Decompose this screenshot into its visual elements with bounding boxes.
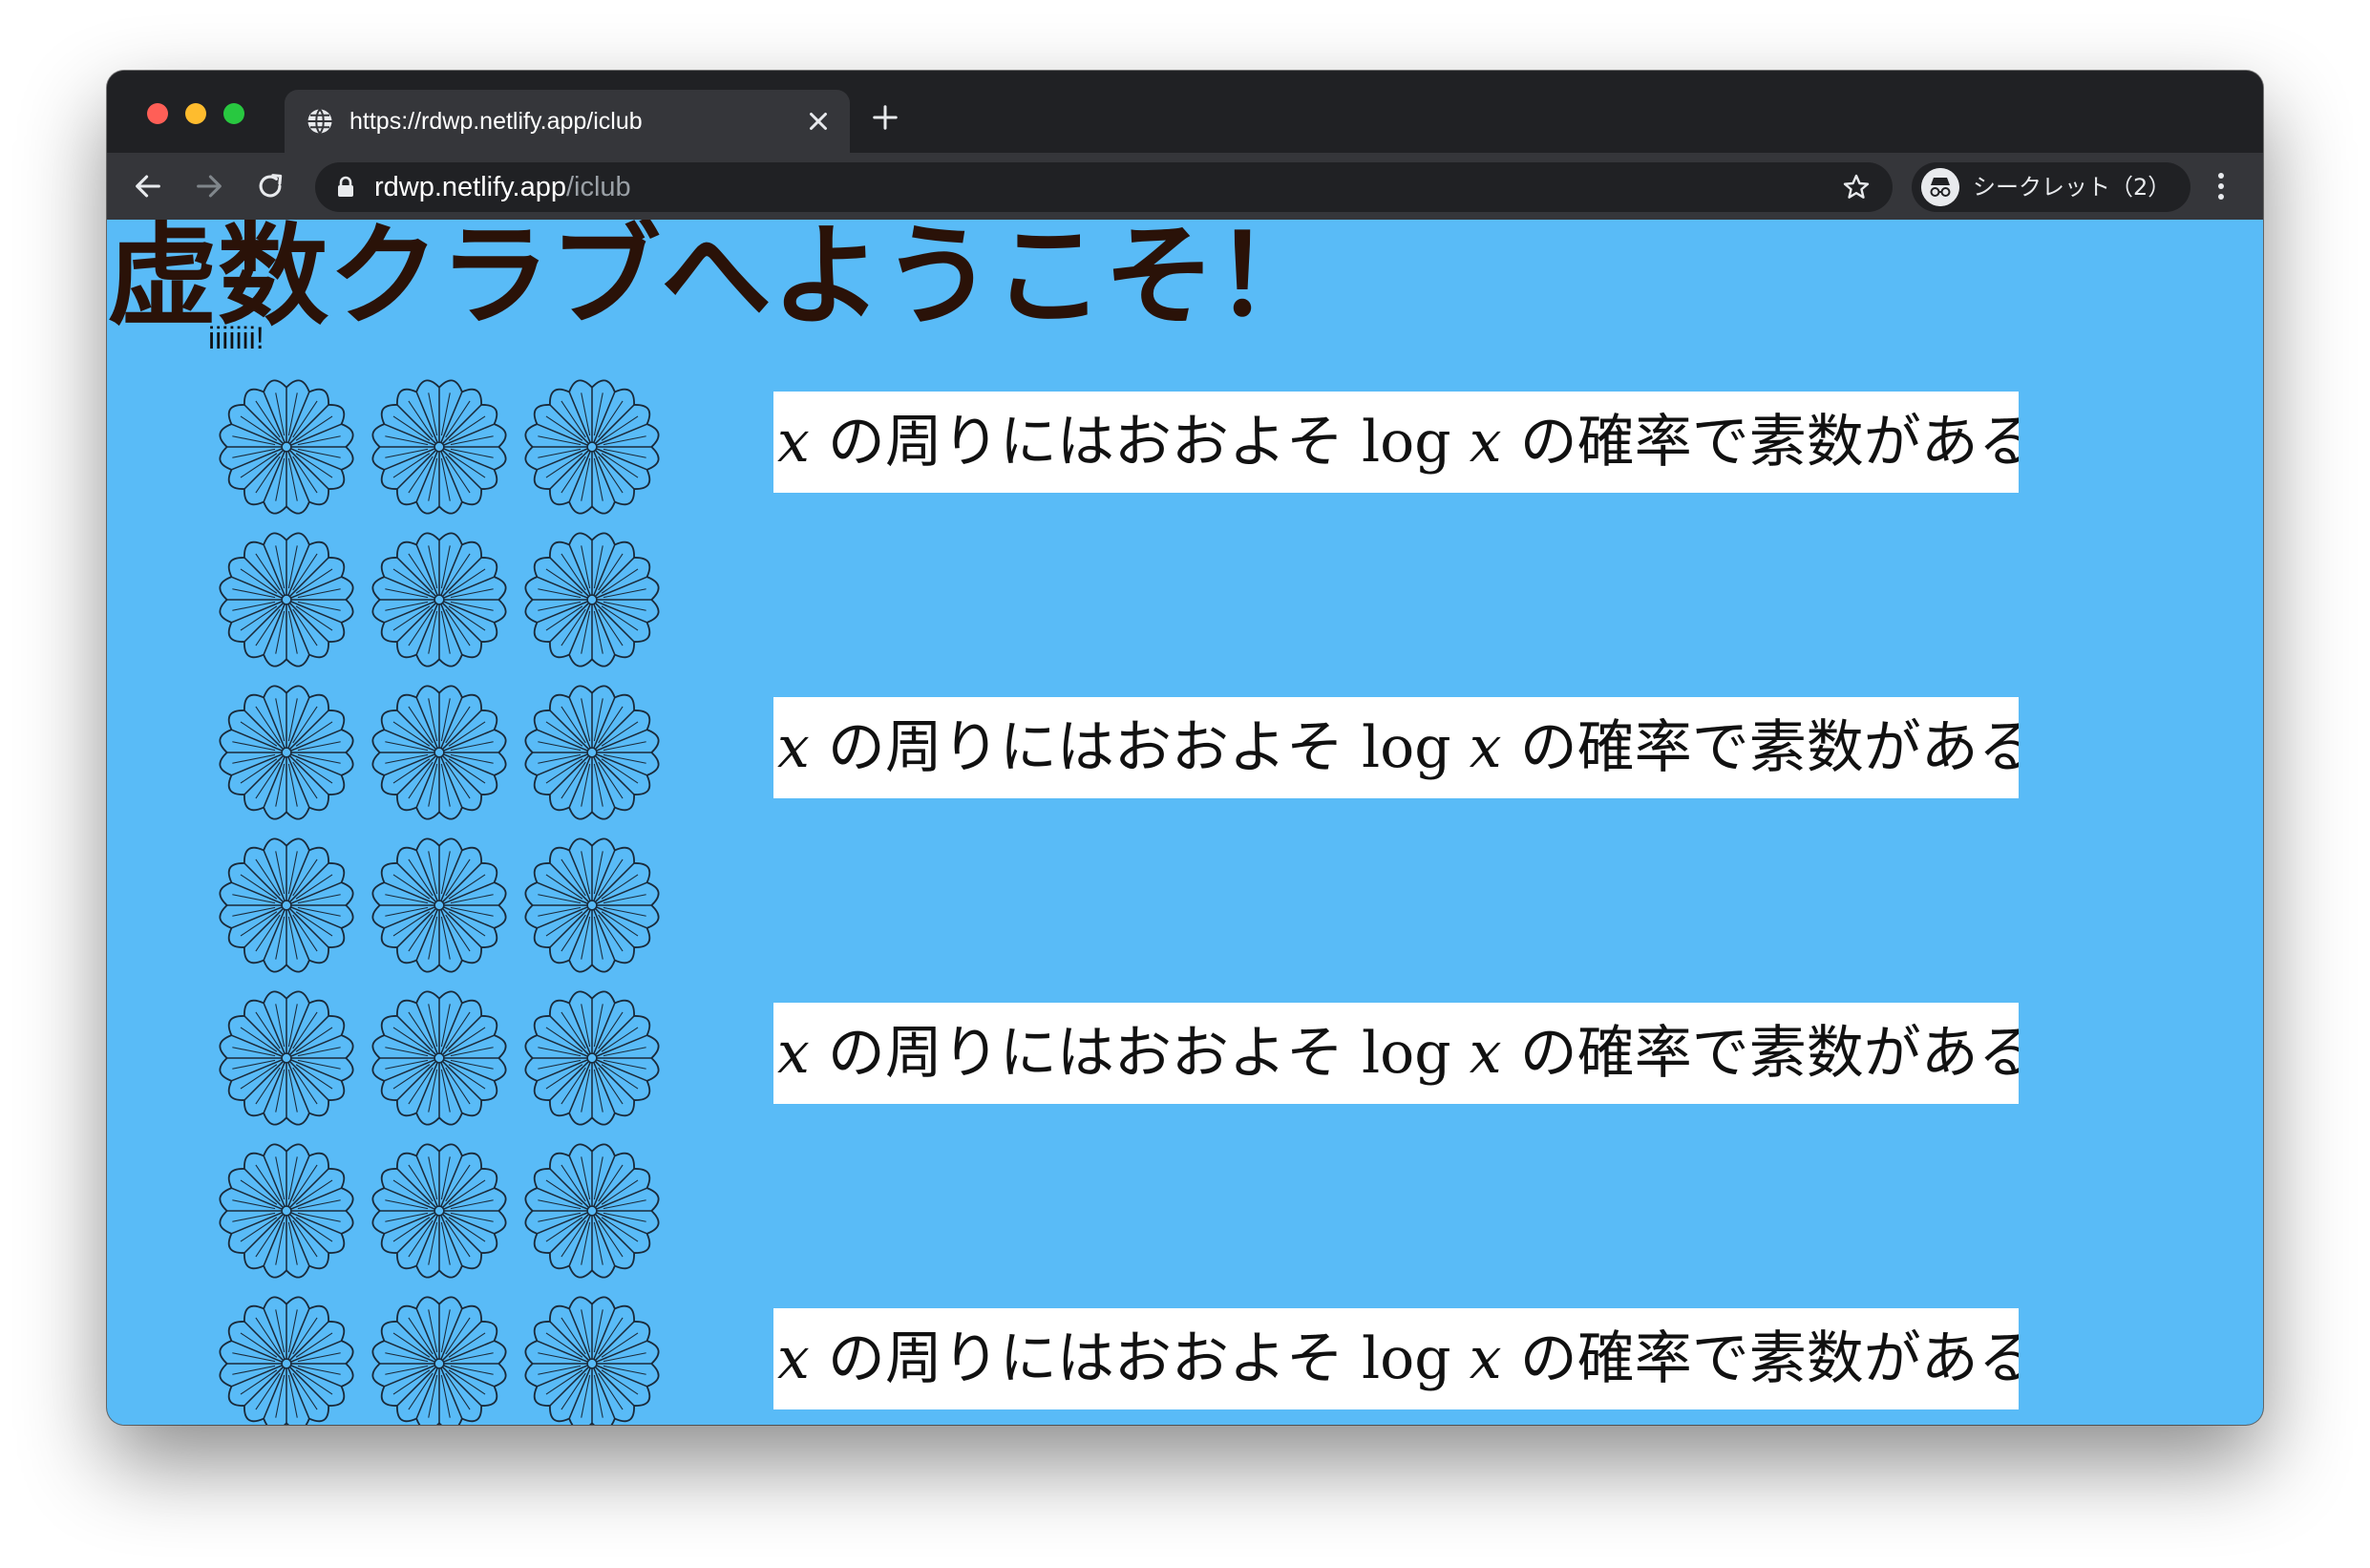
chrysanthemum-crest-icon	[524, 1296, 660, 1425]
math-variable: x	[1469, 714, 1502, 781]
content-row: x の周りにはおおよそ log x の確率で素数がある	[214, 1291, 2028, 1425]
chrysanthemum-crest-icon	[371, 532, 507, 667]
tab-title: https://rdwp.netlify.app/iclub	[349, 108, 643, 135]
minimize-window-button[interactable]	[185, 103, 206, 124]
browser-toolbar: rdwp.netlify.app/iclub シークレット（2）	[107, 153, 2263, 220]
math-banner: x の周りにはおおよそ log x の確率で素数がある	[773, 392, 2019, 493]
banner-text: の確率で素数がある	[1501, 714, 2019, 781]
chrysanthemum-crest-icon	[219, 1143, 354, 1279]
chrysanthemum-crest-icon	[524, 837, 660, 973]
bookmark-star-icon[interactable]	[1841, 172, 1872, 202]
banner-text: の確率で素数がある	[1501, 1020, 2019, 1087]
math-variable: x	[777, 1325, 810, 1392]
browser-window: https://rdwp.netlify.app/iclub rdwp.netl…	[107, 71, 2263, 1425]
chrysanthemum-crest-icon	[219, 990, 354, 1126]
chrysanthemum-crest-icon	[371, 379, 507, 515]
chrysanthemum-crest-icon	[524, 685, 660, 820]
more-menu-icon[interactable]	[2213, 170, 2229, 202]
banner-text: の確率で素数がある	[1501, 1325, 2019, 1392]
page-heading: 虚数クラブへようこそ！	[107, 220, 1325, 341]
banner-text: の周りにはおおよそ log	[809, 1020, 1470, 1087]
banner-text: の周りにはおおよそ log	[809, 409, 1470, 476]
new-tab-icon[interactable]	[871, 103, 899, 132]
math-variable: x	[1469, 409, 1502, 476]
profile-label: シークレット（2）	[1973, 174, 2171, 201]
content-row	[214, 833, 2028, 978]
math-variable: x	[777, 409, 810, 476]
url-path: /iclub	[565, 172, 631, 202]
page-viewport: 虚数クラブへようこそ！ iiiiiii! x の周りにはおおよそ log x の…	[107, 220, 2263, 1425]
banner-text: の周りにはおおよそ log	[809, 1325, 1470, 1392]
chrysanthemum-crest-icon	[524, 532, 660, 667]
url-host: rdwp.netlify.app	[374, 172, 566, 202]
math-banner: x の周りにはおおよそ log x の確率で素数がある	[773, 1003, 2019, 1104]
chrysanthemum-crest-icon	[371, 837, 507, 973]
banner-text: の周りにはおおよそ log	[809, 714, 1470, 781]
chrysanthemum-crest-icon	[371, 1296, 507, 1425]
chrysanthemum-crest-icon	[524, 990, 660, 1126]
math-variable: x	[777, 714, 810, 781]
content-row	[214, 527, 2028, 672]
close-tab-icon[interactable]	[804, 107, 833, 136]
math-banner: x の周りにはおおよそ log x の確率で素数がある	[773, 697, 2019, 798]
incognito-icon	[1921, 168, 1959, 206]
chrysanthemum-crest-icon	[219, 532, 354, 667]
chrysanthemum-crest-icon	[219, 685, 354, 820]
page-subtext: iiiiiii!	[208, 321, 265, 355]
math-variable: x	[777, 1020, 810, 1087]
title-bar: https://rdwp.netlify.app/iclub	[107, 71, 2263, 153]
chrysanthemum-crest-icon	[524, 1143, 660, 1279]
chrysanthemum-crest-icon	[219, 379, 354, 515]
content-row: x の周りにはおおよそ log x の確率で素数がある	[214, 680, 2028, 825]
lock-icon	[338, 176, 353, 197]
chrysanthemum-crest-icon	[524, 379, 660, 515]
chrysanthemum-crest-icon	[371, 990, 507, 1126]
content-row: x の周りにはおおよそ log x の確率で素数がある	[214, 374, 2028, 519]
content-row	[214, 1138, 2028, 1283]
url-text: rdwp.netlify.app/iclub	[374, 172, 631, 202]
globe-icon	[307, 108, 332, 135]
forward-arrow-icon[interactable]	[193, 170, 225, 202]
chrysanthemum-crest-icon	[371, 685, 507, 820]
math-variable: x	[1469, 1325, 1502, 1392]
maximize-window-button[interactable]	[223, 103, 244, 124]
address-bar[interactable]: rdwp.netlify.app/iclub	[315, 162, 1893, 212]
chrysanthemum-crest-icon	[219, 1296, 354, 1425]
math-banner: x の周りにはおおよそ log x の確率で素数がある	[773, 1308, 2019, 1409]
incognito-profile-button[interactable]: シークレット（2）	[1912, 162, 2190, 212]
reload-icon[interactable]	[254, 170, 286, 202]
math-variable: x	[1469, 1020, 1502, 1087]
browser-tab[interactable]: https://rdwp.netlify.app/iclub	[285, 90, 850, 153]
chrysanthemum-crest-icon	[219, 837, 354, 973]
close-window-button[interactable]	[147, 103, 168, 124]
back-arrow-icon[interactable]	[132, 170, 164, 202]
banner-text: の確率で素数がある	[1501, 409, 2019, 476]
chrysanthemum-crest-icon	[371, 1143, 507, 1279]
content-row: x の周りにはおおよそ log x の確率で素数がある	[214, 985, 2028, 1131]
